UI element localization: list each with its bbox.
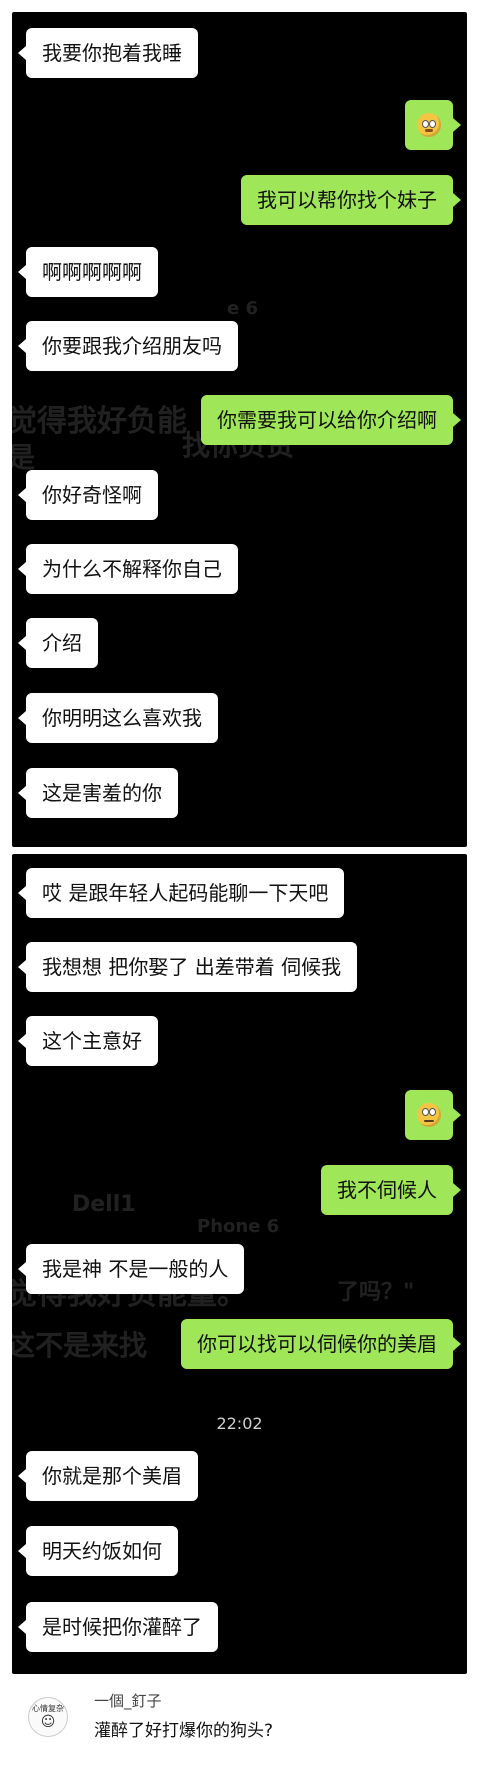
watermark-text: Dell1	[72, 1192, 136, 1217]
message-bubble-incoming[interactable]: 你就是那个美眉	[18, 1451, 198, 1501]
avatar[interactable]: 心情复杂 ☺	[28, 1697, 68, 1737]
message-bubble-outgoing[interactable]: 我可以帮你找个妹子	[241, 175, 461, 225]
message-bubble-outgoing[interactable]: 你可以找可以伺候你的美眉	[181, 1319, 461, 1369]
message-bubble-incoming[interactable]: 哎 是跟年轻人起码能聊一下天吧	[17, 868, 345, 918]
message-bubble-incoming[interactable]: 这是害羞的你	[18, 768, 178, 818]
comment-username[interactable]: 一個_釘子	[94, 1690, 162, 1711]
avatar-face-icon: ☺	[40, 1714, 56, 1730]
message-bubble-incoming[interactable]: 为什么不解释你自己	[18, 544, 238, 594]
message-bubble-incoming[interactable]: 你好奇怪啊	[18, 470, 158, 520]
watermark-text: 这不是来找	[12, 1329, 148, 1362]
watermark-text: e 6	[227, 298, 258, 319]
message-bubble-outgoing[interactable]	[405, 100, 461, 150]
watermark-text: 觉得我好负能	[12, 404, 187, 439]
message-bubble-incoming[interactable]: 我想想 把你娶了 出差带着 伺候我	[17, 942, 358, 992]
watermark-text: 了吗？"	[337, 1280, 415, 1305]
comment-text: 灌醉了好打爆你的狗头?	[94, 1721, 274, 1741]
message-bubble-outgoing[interactable]: 我不伺候人	[321, 1165, 461, 1215]
message-bubble-incoming[interactable]: 你明明这么喜欢我	[18, 693, 218, 743]
message-bubble-outgoing[interactable]: 你需要我可以给你介绍啊	[201, 395, 461, 445]
message-bubble-incoming[interactable]: 我是神 不是一般的人	[17, 1244, 245, 1294]
avatar-text: 心情复杂	[32, 1704, 64, 1713]
message-bubble-incoming[interactable]: 明天约饭如何	[18, 1526, 178, 1576]
message-bubble-incoming[interactable]: 你要跟我介绍朋友吗	[18, 321, 238, 371]
message-bubble-incoming[interactable]: 介绍	[18, 618, 98, 668]
message-timestamp: 22:02	[216, 1414, 263, 1433]
message-bubble-incoming[interactable]: 我要你抱着我睡	[18, 28, 198, 78]
message-bubble-incoming[interactable]: 是时候把你灌醉了	[18, 1602, 218, 1652]
thinking-face-icon	[417, 112, 441, 137]
chat-panel-1: e 6 今天 觉得我好负能 找你负责 是 我要你抱着我睡 我可以帮你找个妹子 啊…	[12, 12, 467, 847]
message-bubble-incoming[interactable]: 啊啊啊啊啊	[18, 247, 158, 297]
message-bubble-incoming[interactable]: 这个主意好	[18, 1016, 158, 1066]
chat-panel-2: Dell1 Phone 6 觉得我好负能量。 这不是来找 了吗？" 哎 是跟年轻…	[12, 854, 467, 1674]
eye-roll-face-icon	[417, 1102, 441, 1127]
watermark-text: Phone 6	[197, 1216, 280, 1237]
message-bubble-outgoing[interactable]	[405, 1090, 461, 1140]
